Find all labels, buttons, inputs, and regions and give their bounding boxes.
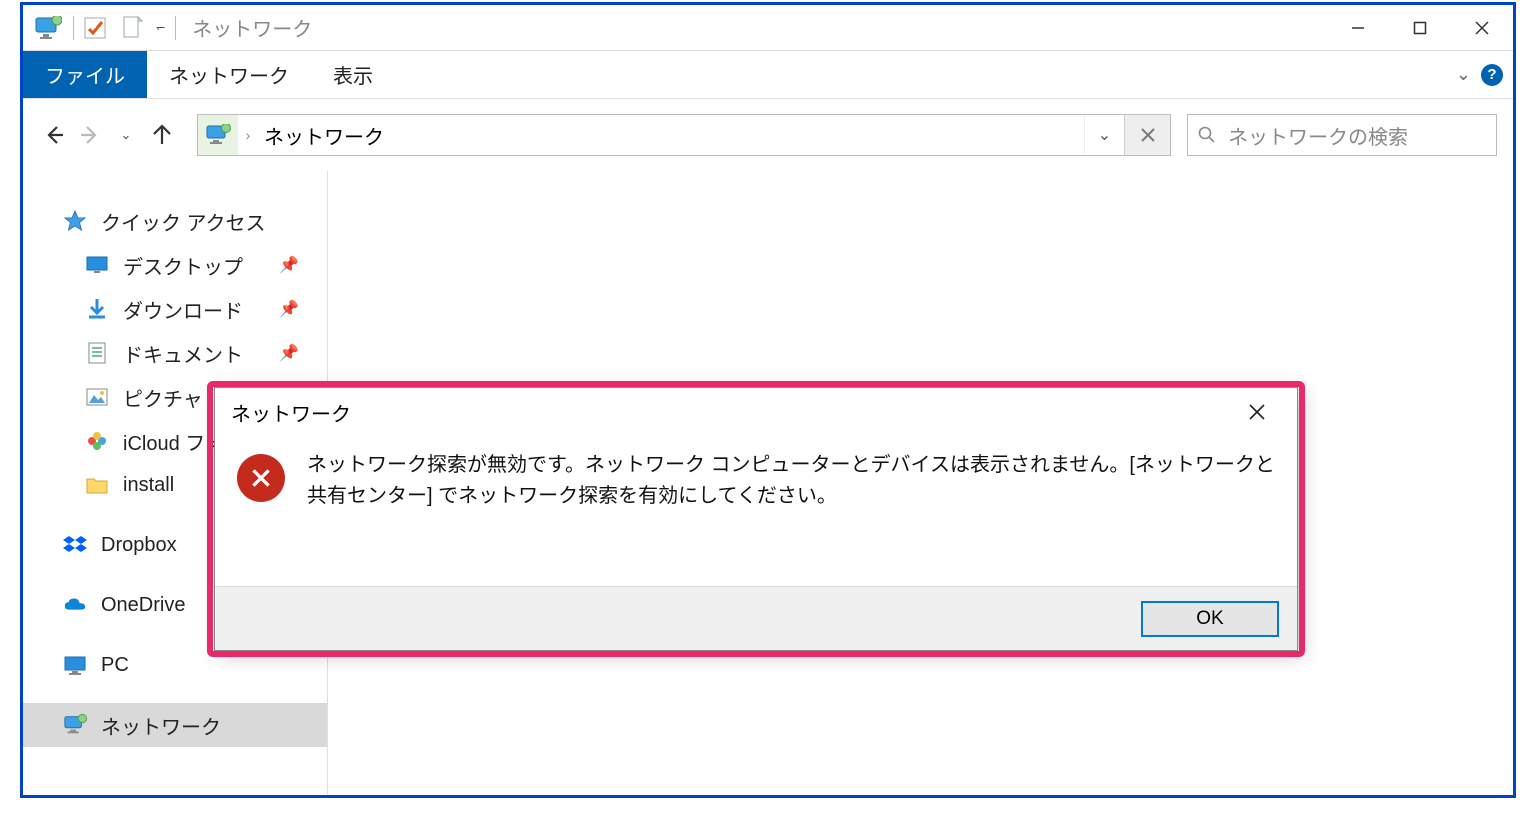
desktop-icon [85,253,109,277]
address-history-chevron-icon[interactable]: ⌄ [1084,115,1124,155]
pc-icon [63,653,87,677]
error-dialog: ネットワーク ネットワーク探索が無効です。ネットワーク コンピューターとデバイス… [214,387,1298,651]
pin-icon: 📌 [279,299,299,319]
icloud-icon [85,429,109,453]
network-app-icon [31,11,65,45]
network-icon [63,713,87,737]
ribbon-tab-network[interactable]: ネットワーク [147,51,311,98]
sidebar-item-label: OneDrive [101,594,185,617]
dialog-close-button[interactable] [1233,388,1281,436]
sidebar-item-network[interactable]: ネットワーク [23,703,327,747]
sidebar-item-label: ピクチャ [123,383,203,412]
quick-access-star-icon [63,209,87,233]
help-icon[interactable]: ? [1481,64,1503,86]
ribbon: ファイル ネットワーク 表示 ⌄ ? [23,51,1513,99]
folder-icon [85,473,109,497]
document-icon [85,341,109,365]
ribbon-tab-file[interactable]: ファイル [23,51,147,98]
nav-row: ⌄ › ネットワーク ⌄ ネットワークの検索 [23,99,1513,171]
search-placeholder: ネットワークの検索 [1228,121,1408,150]
download-icon [85,297,109,321]
search-box[interactable]: ネットワークの検索 [1187,114,1497,156]
sidebar-item-label: install [123,474,174,497]
dialog-titlebar: ネットワーク [215,388,1297,436]
address-separator-icon[interactable]: › [238,127,258,143]
dialog-ok-button[interactable]: OK [1141,601,1279,637]
qat-newfolder-icon[interactable] [116,11,150,45]
sidebar-item-label: クイック アクセス [101,207,266,236]
address-refresh-button[interactable] [1124,115,1170,155]
titlebar: ↽ ネットワーク [23,5,1513,51]
dialog-footer: OK [215,586,1297,650]
search-icon [1198,126,1216,144]
address-bar[interactable]: › ネットワーク ⌄ [197,114,1171,156]
address-segment[interactable]: ネットワーク [258,121,1084,150]
qat-properties-icon[interactable] [78,11,112,45]
recent-locations-chevron-icon[interactable]: ⌄ [111,117,141,153]
sidebar-item-label: ドキュメント [123,339,243,368]
sidebar-item-label: ネットワーク [101,711,221,740]
back-button[interactable] [39,117,69,153]
dropbox-icon [63,533,87,557]
minimize-button[interactable] [1327,7,1389,49]
sidebar-item-downloads[interactable]: ダウンロード 📌 [23,287,327,331]
dialog-title: ネットワーク [231,398,351,427]
maximize-button[interactable] [1389,7,1451,49]
sidebar-quick-access[interactable]: クイック アクセス [23,199,327,243]
up-button[interactable] [147,117,177,153]
address-location-icon[interactable] [198,115,238,155]
sidebar-item-desktop[interactable]: デスクトップ 📌 [23,243,327,287]
ribbon-tab-view[interactable]: 表示 [311,51,395,98]
sidebar-item-documents[interactable]: ドキュメント 📌 [23,331,327,375]
sidebar-item-label: ダウンロード [123,295,243,324]
forward-button[interactable] [75,117,105,153]
close-button[interactable] [1451,7,1513,49]
pictures-icon [85,385,109,409]
sidebar-item-label: デスクトップ [123,251,243,280]
qat-customize-chevron-icon[interactable]: ↽ [156,21,165,34]
window-title: ネットワーク [192,13,312,42]
error-icon [237,454,285,502]
pin-icon: 📌 [279,343,299,363]
sidebar-item-label: PC [101,654,129,677]
explorer-window: ↽ ネットワーク ファイル ネットワーク 表示 ⌄ ? ⌄ [20,2,1516,798]
onedrive-icon [63,593,87,617]
qat-separator [175,16,176,40]
pin-icon: 📌 [279,255,299,275]
ribbon-collapse-chevron-icon[interactable]: ⌄ [1456,64,1471,85]
sidebar-item-label: Dropbox [101,534,177,557]
qat-separator [73,16,74,40]
dialog-message: ネットワーク探索が無効です。ネットワーク コンピューターとデバイスは表示されませ… [307,450,1275,512]
